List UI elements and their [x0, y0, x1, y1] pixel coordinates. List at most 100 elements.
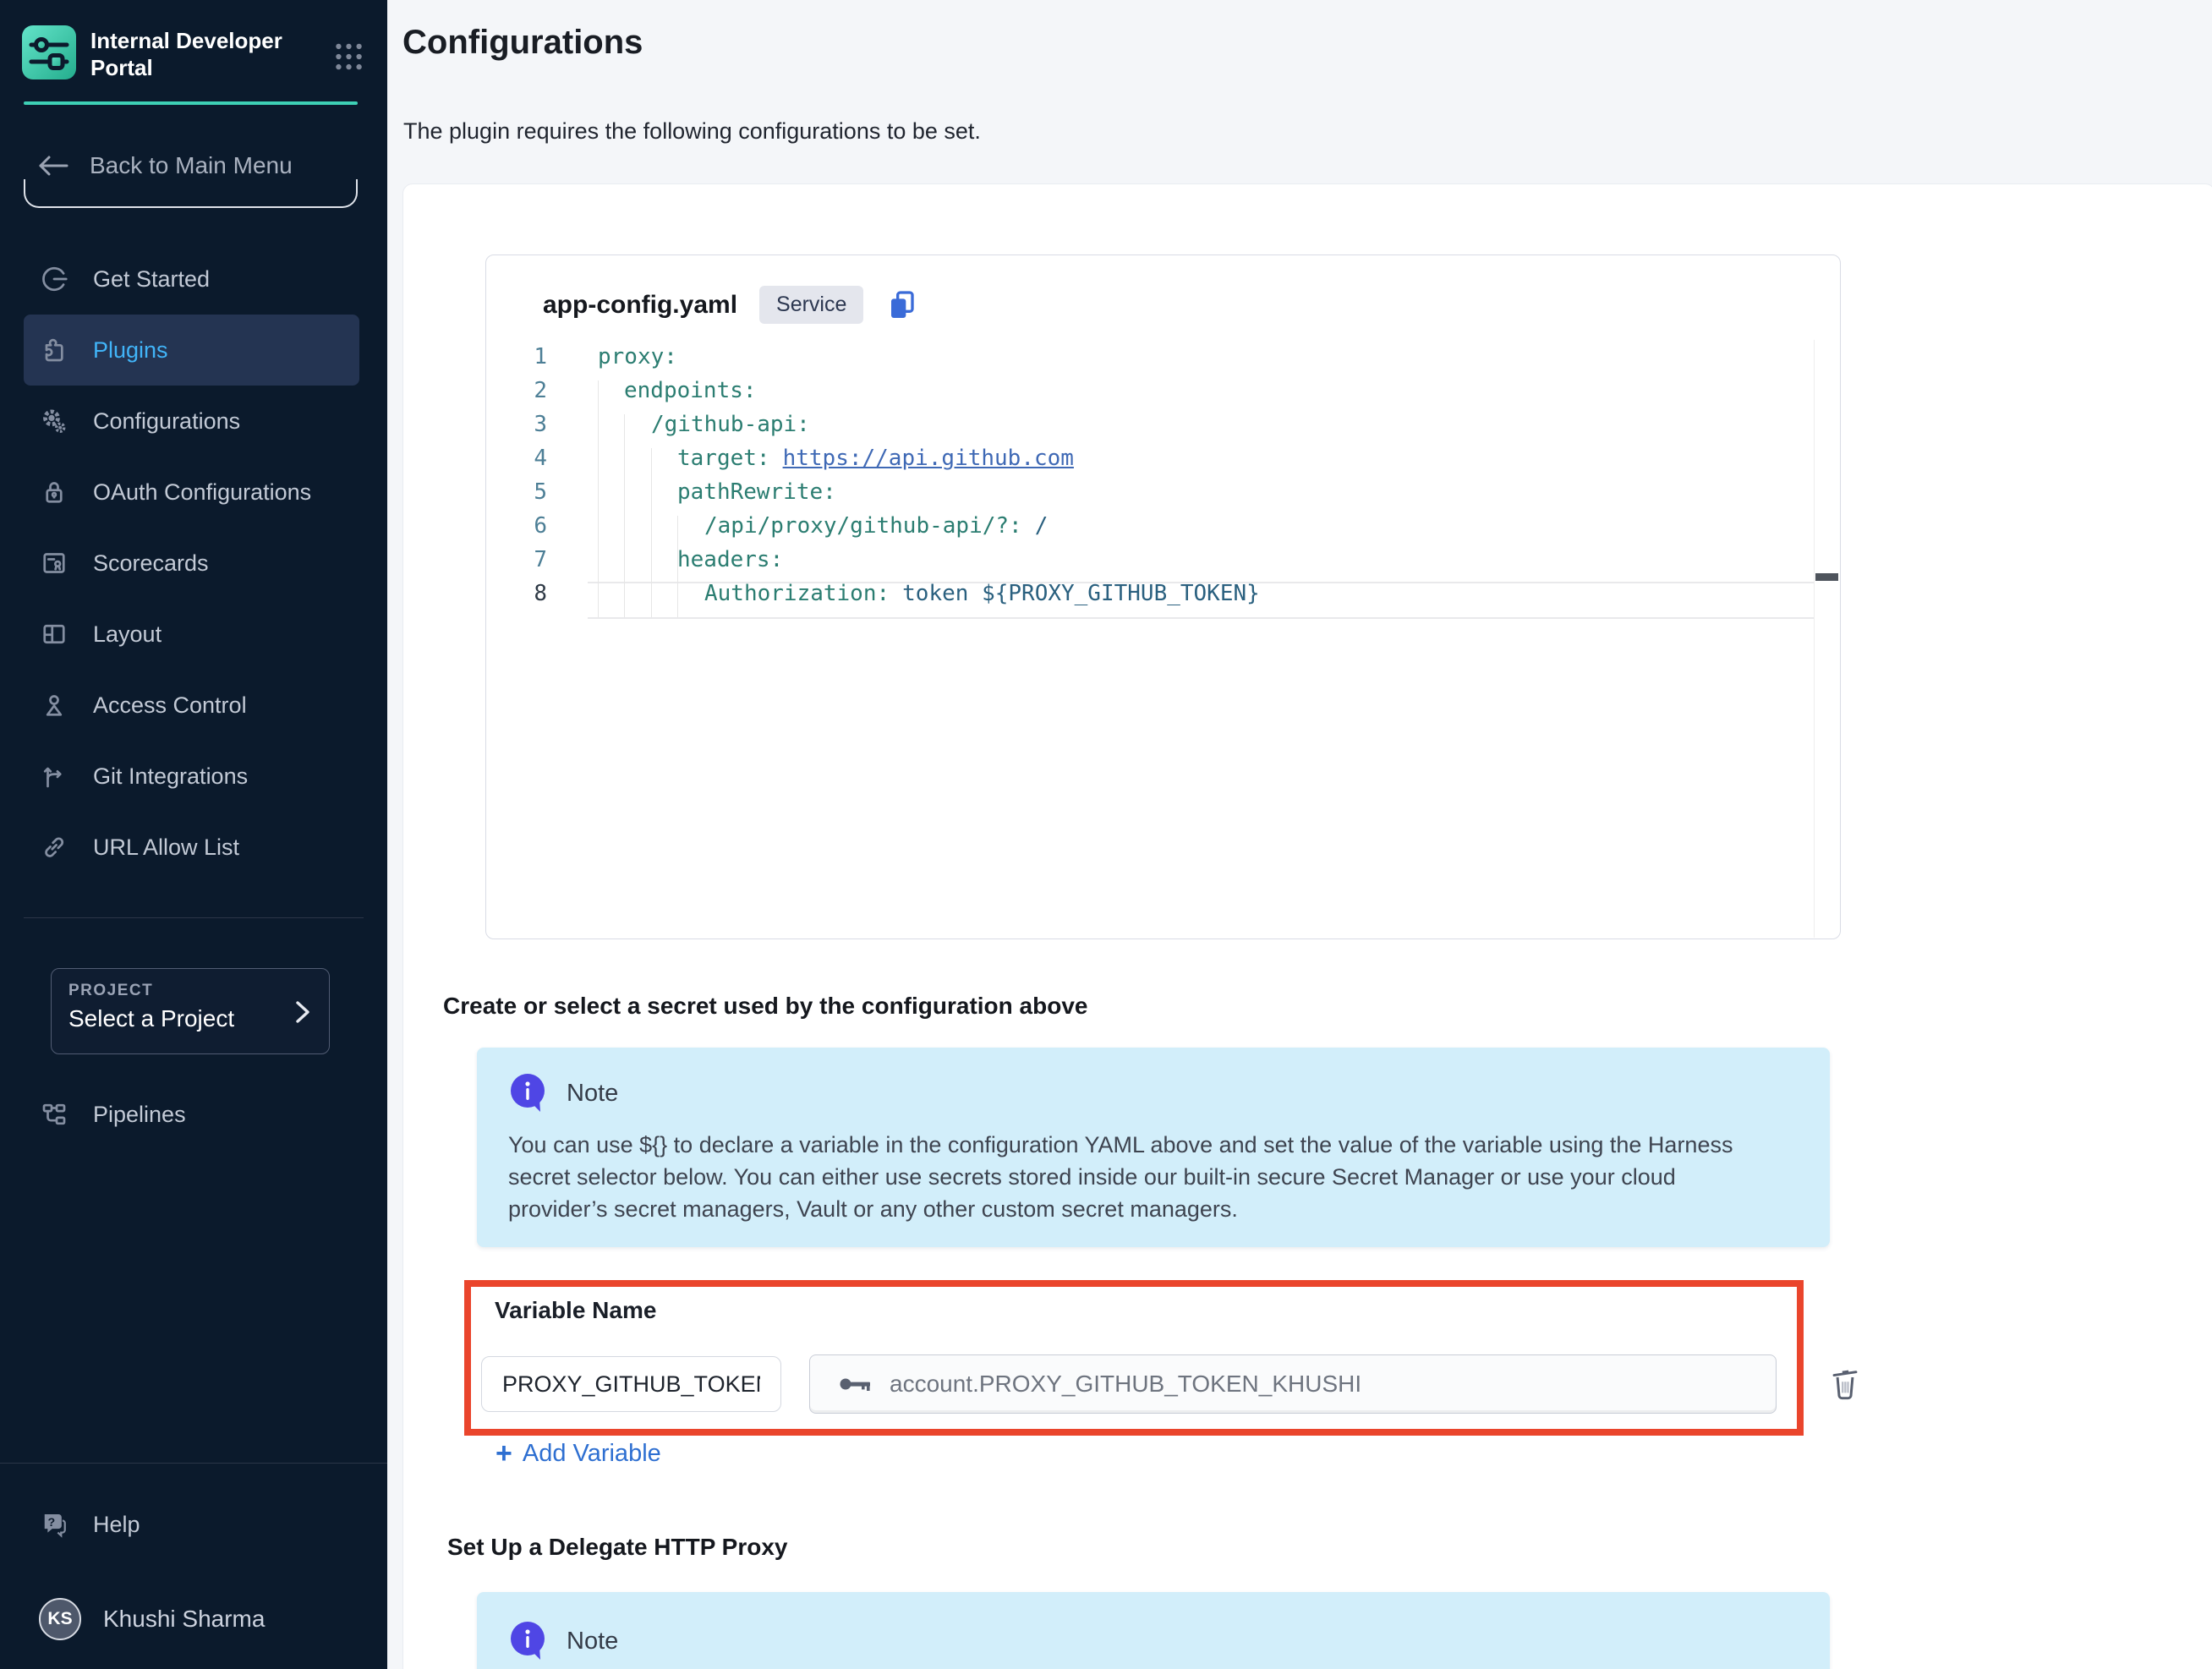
yaml-key: /api/proxy/github-api/?: [704, 513, 1022, 539]
teal-accent-divider [24, 101, 358, 105]
help-chat-icon: ? [39, 1509, 69, 1540]
line-number: 7 [486, 547, 547, 572]
yaml-key: pathRewrite: [677, 479, 836, 505]
yaml-editor[interactable]: 1 proxy: 2 endpoints: 3 /github-api: 4 t… [486, 340, 1839, 938]
sidebar-help: ? Help [24, 1489, 359, 1560]
back-to-main-menu-label: Back to Main Menu [90, 152, 293, 179]
user-menu[interactable]: KS Khushi Sharma [24, 1579, 359, 1660]
plugins-icon [39, 335, 69, 365]
sidebar-pipelines: Pipelines [24, 1079, 359, 1150]
yaml-link-value[interactable]: https://api.github.com [783, 446, 1074, 471]
sidebar-item-git-integrations[interactable]: Git Integrations [24, 741, 359, 812]
sidebar-item-label: Access Control [93, 692, 247, 719]
code-line: 2 endpoints: [486, 374, 1839, 408]
content-panel: app-config.yaml Service 1 proxy: [402, 183, 2212, 1669]
sidebar-item-label: URL Allow List [93, 834, 239, 861]
yaml-key: endpoints: [624, 378, 757, 403]
svg-text:?: ? [47, 1516, 55, 1529]
sidebar-header: Internal Developer Portal [22, 25, 365, 81]
page-title: Configurations [402, 24, 643, 62]
line-number: 3 [486, 412, 547, 437]
chevron-right-icon [292, 998, 314, 1026]
delegate-proxy-heading: Set Up a Delegate HTTP Proxy [447, 1534, 788, 1561]
key-icon [839, 1374, 874, 1394]
sidebar-item-get-started[interactable]: Get Started [24, 244, 359, 315]
info-icon [508, 1073, 548, 1114]
variable-section-highlighted: Variable Name account.PROXY_GITHUB_TOKEN… [464, 1280, 1804, 1436]
yaml-key: /github-api: [651, 412, 810, 437]
trash-icon[interactable] [1827, 1364, 1863, 1403]
yaml-editor-card: app-config.yaml Service 1 proxy: [485, 254, 1841, 939]
sidebar-bottom-divider [0, 1463, 387, 1464]
add-variable-label: Add Variable [523, 1440, 661, 1468]
sidebar: Internal Developer Portal Back to Main M… [0, 0, 387, 1669]
info-icon [508, 1621, 548, 1662]
oauth-lock-icon [39, 477, 69, 507]
add-variable-button[interactable]: + Add Variable [496, 1439, 661, 1468]
yaml-key: Authorization: [704, 581, 890, 606]
note-header: Note [508, 1621, 618, 1662]
line-number: 4 [486, 446, 547, 471]
yaml-key: target: [677, 446, 770, 471]
plus-icon: + [496, 1439, 512, 1468]
code-line current: 8 Authorization:token ${PROXY_GITHUB_TOK… [486, 577, 1839, 610]
sidebar-item-access-control[interactable]: Access Control [24, 670, 359, 741]
sidebar-item-pipelines[interactable]: Pipelines [24, 1079, 359, 1150]
scorecards-icon [39, 548, 69, 578]
user-name: Khushi Sharma [103, 1606, 265, 1633]
note-body: You can use ${} to declare a variable in… [508, 1129, 1773, 1225]
sidebar-item-label: OAuth Configurations [93, 479, 311, 506]
link-icon [39, 832, 69, 862]
secret-selector-value: account.PROXY_GITHUB_TOKEN_KHUSHI [890, 1371, 1361, 1398]
layout-icon [39, 619, 69, 649]
yaml-value: token ${PROXY_GITHUB_TOKEN} [902, 581, 1260, 606]
sidebar-item-label: Help [93, 1512, 140, 1538]
note-title: Note [567, 1628, 618, 1655]
code-line: 6 /api/proxy/github-api/?: / [486, 509, 1839, 543]
grid-icon[interactable] [332, 39, 365, 74]
sidebar-item-label: Get Started [93, 266, 210, 293]
line-number: 1 [486, 344, 547, 369]
code-line: 5 pathRewrite: [486, 475, 1839, 509]
line-number: 6 [486, 513, 547, 539]
line-number: 2 [486, 378, 547, 403]
logo-sliders-icon [22, 25, 76, 79]
editor-header: app-config.yaml Service [543, 286, 919, 324]
sidebar-item-layout[interactable]: Layout [24, 599, 359, 670]
editor-filename: app-config.yaml [543, 291, 737, 320]
sidebar-item-plugins[interactable]: Plugins [24, 315, 359, 386]
variable-name-input[interactable] [481, 1356, 781, 1412]
sidebar-item-help[interactable]: ? Help [24, 1489, 359, 1560]
note-callout: Note [477, 1592, 1830, 1669]
sidebar-item-configurations[interactable]: Configurations [24, 386, 359, 457]
code-line: 4 target: https://api.github.com [486, 441, 1839, 475]
back-menu-underline [24, 179, 358, 208]
copy-icon[interactable] [885, 288, 919, 322]
line-number: 5 [486, 479, 547, 505]
yaml-value: / [1035, 513, 1049, 539]
sidebar-item-oauth-configurations[interactable]: OAuth Configurations [24, 457, 359, 528]
back-arrow-icon [37, 155, 69, 177]
git-branch-icon [39, 761, 69, 791]
sidebar-item-label: Plugins [93, 337, 168, 364]
pipelines-icon [39, 1099, 69, 1130]
service-badge: Service [759, 286, 863, 324]
code-line: 7 headers: [486, 543, 1839, 577]
main-content: Configurations The plugin requires the f… [387, 0, 2212, 1669]
code-line: 1 proxy: [486, 340, 1839, 374]
project-selector[interactable]: PROJECT Select a Project [51, 968, 330, 1054]
sidebar-item-scorecards[interactable]: Scorecards [24, 528, 359, 599]
get-started-icon [39, 264, 69, 294]
page-subtitle: The plugin requires the following config… [403, 118, 981, 145]
note-callout: Note You can use ${} to declare a variab… [477, 1048, 1830, 1247]
project-label: PROJECT [68, 982, 312, 1000]
note-header: Note [508, 1073, 618, 1114]
yaml-key: headers: [677, 547, 783, 572]
sidebar-item-label: Git Integrations [93, 763, 248, 790]
sidebar-item-url-allow-list[interactable]: URL Allow List [24, 812, 359, 883]
note-title: Note [567, 1080, 618, 1108]
avatar: KS [39, 1598, 81, 1640]
secret-selector[interactable]: account.PROXY_GITHUB_TOKEN_KHUSHI [809, 1354, 1777, 1414]
secret-section-heading: Create or select a secret used by the co… [443, 993, 1087, 1020]
app-title: Internal Developer Portal [90, 25, 332, 81]
